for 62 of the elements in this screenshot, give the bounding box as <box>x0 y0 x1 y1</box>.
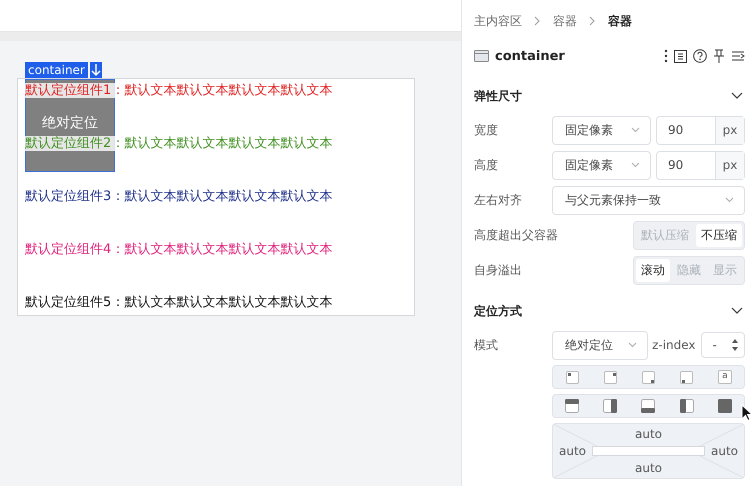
left-offset[interactable]: auto <box>559 444 586 458</box>
select-field[interactable]: 固定像素 <box>552 116 651 144</box>
collapse-icon[interactable] <box>731 50 745 62</box>
row-text: 默认定位组件4：默认文本默认文本默认文本默认文本 <box>25 242 332 257</box>
field-label: 高度超出父容器 <box>474 226 558 244</box>
select-field[interactable]: 绝对定位 <box>552 330 648 360</box>
row-text: 默认定位组件3：默认文本默认文本默认文本默认文本 <box>25 189 332 204</box>
row-text: 默认定位组件1：默认文本默认文本默认文本默认文本 <box>25 83 332 98</box>
corner-icon <box>566 370 579 384</box>
number-field[interactable]: 90 px <box>656 150 745 180</box>
help-icon[interactable] <box>693 49 707 63</box>
caret-icon <box>628 342 638 348</box>
component-name: container <box>495 48 565 64</box>
fill-icon <box>603 399 618 413</box>
anchor-button[interactable]: a <box>712 368 737 386</box>
field-label: 左右对齐 <box>474 192 523 208</box>
corner-icon <box>604 370 617 384</box>
caret-icon <box>725 197 734 203</box>
field-label: 高度 <box>474 156 499 174</box>
section-title: 定位方式 <box>474 302 522 320</box>
caret-icon <box>631 162 640 168</box>
fill-icon <box>565 399 580 413</box>
fill-icon <box>680 399 694 413</box>
fill-icon <box>718 399 732 413</box>
cursor-icon <box>741 404 753 422</box>
row-text: 默认定位组件2：默认文本默认文本默认文本默认文本 <box>25 136 332 151</box>
corner-icon <box>642 370 655 384</box>
z-index-field[interactable]: - <box>700 332 745 358</box>
window-icon <box>474 50 489 62</box>
field-label: 宽度 <box>474 122 499 138</box>
breadcrumb-item[interactable]: 容器 <box>608 12 632 30</box>
container-tag: container <box>25 62 88 78</box>
right-offset[interactable]: auto <box>710 444 738 458</box>
chevron-icon[interactable] <box>731 92 743 100</box>
z-index-label: z-index <box>652 338 696 352</box>
select-field[interactable]: 与父元素保持一致 <box>552 186 745 214</box>
number-field[interactable]: 90 px <box>656 116 745 144</box>
document-icon[interactable] <box>674 50 687 62</box>
bottom-offset[interactable]: auto <box>634 461 662 475</box>
breadcrumb-item[interactable]: 主内容区 <box>474 12 522 30</box>
caret-icon <box>631 127 640 133</box>
down-arrow-icon[interactable] <box>90 62 102 78</box>
chevron-right-icon <box>534 16 541 26</box>
unit-label: px <box>715 152 744 178</box>
unit-label: px <box>715 116 744 144</box>
segment-option[interactable]: 不压缩 <box>696 224 742 246</box>
stepper-icon[interactable] <box>731 337 739 353</box>
segment-option[interactable]: 滚动 <box>636 258 670 282</box>
fill-icon <box>641 399 656 413</box>
select-field[interactable]: 固定像素 <box>552 150 651 180</box>
pin-icon[interactable] <box>713 49 725 63</box>
row-text: 默认定位组件5：默认文本默认文本默认文本默认文本 <box>25 295 332 310</box>
section-title: 弹性尺寸 <box>474 88 522 104</box>
breadcrumb-item[interactable]: 容器 <box>553 12 577 30</box>
field-label: 模式 <box>474 336 499 354</box>
top-offset[interactable]: auto <box>634 427 662 441</box>
field-label: 自身溢出 <box>474 262 523 278</box>
more-icon[interactable] <box>664 49 668 63</box>
chevron-icon[interactable] <box>731 307 743 315</box>
chevron-right-icon <box>589 16 596 26</box>
corner-icon <box>680 370 694 384</box>
block-label: 绝对定位 <box>42 114 98 132</box>
